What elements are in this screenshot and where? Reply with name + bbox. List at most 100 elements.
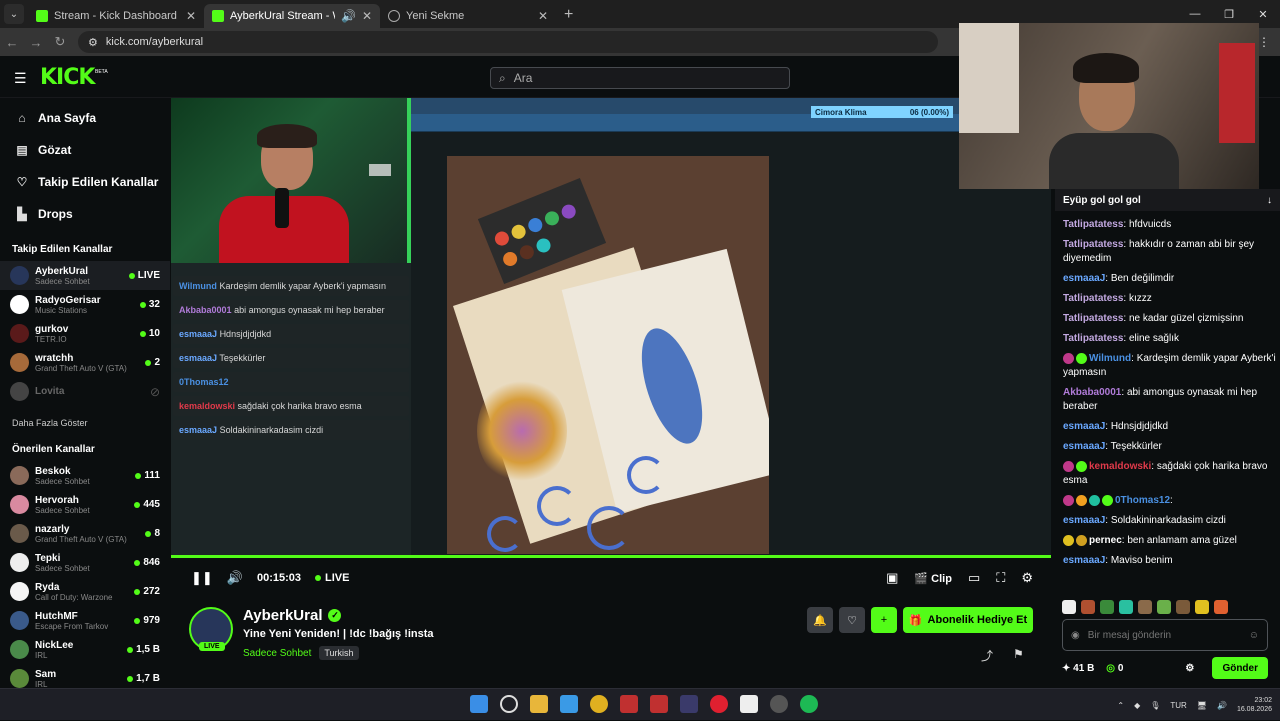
pause-icon[interactable]: ❚❚ bbox=[191, 570, 213, 586]
video-progress-bar[interactable] bbox=[171, 555, 1051, 558]
arrow-down-icon[interactable]: ↓ bbox=[1267, 195, 1272, 206]
discord-icon[interactable]: ◆ bbox=[1134, 701, 1140, 710]
video-player[interactable]: Wilmund Kardeşim demlik yapar Ayberk'i y… bbox=[171, 98, 1051, 557]
clip-button[interactable]: 🎬 Clip bbox=[914, 572, 952, 585]
chat-username[interactable]: esmaaaJ bbox=[1063, 441, 1105, 452]
hamburger-menu-icon[interactable]: ☰ bbox=[14, 70, 27, 87]
spotify-icon[interactable] bbox=[800, 695, 818, 713]
chat-username[interactable]: pernec bbox=[1089, 535, 1122, 546]
chat-username[interactable]: esmaaaJ bbox=[1063, 555, 1105, 566]
emoji-icon[interactable]: ☺ bbox=[1249, 630, 1259, 641]
channel-points[interactable]: ✦ 41 B bbox=[1062, 663, 1094, 674]
volume-icon[interactable]: 🔊 bbox=[227, 570, 243, 586]
notion-icon[interactable] bbox=[740, 695, 758, 713]
app-icon[interactable] bbox=[650, 695, 668, 713]
close-tab-icon[interactable]: ✕ bbox=[362, 9, 372, 23]
chat-message-input[interactable] bbox=[1087, 629, 1241, 641]
clock[interactable]: 23:02 16.08.2026 bbox=[1237, 696, 1272, 714]
mic-icon[interactable]: 🎙 bbox=[1150, 701, 1160, 710]
chat-settings-icon[interactable]: ⚙ bbox=[1185, 663, 1194, 674]
mini-player-icon[interactable]: ▣ bbox=[886, 570, 898, 586]
channel-item[interactable]: Lovita ⊘ bbox=[0, 377, 170, 406]
channel-item[interactable]: NickLee IRL 1,5 B bbox=[0, 635, 170, 664]
channel-item[interactable]: AyberkUral Sadece Sohbet LIVE bbox=[0, 261, 170, 290]
browser-menu-icon[interactable]: ⋮ bbox=[1258, 35, 1270, 49]
emote-picker-icon[interactable]: ◉ bbox=[1071, 630, 1080, 641]
emote[interactable] bbox=[1100, 600, 1114, 614]
emote[interactable] bbox=[1195, 600, 1209, 614]
chat-username[interactable]: kemaldowski bbox=[1089, 461, 1151, 472]
emote[interactable] bbox=[1119, 600, 1133, 614]
channel-item[interactable]: RadyoGerisar Music Stations 32 bbox=[0, 290, 170, 319]
report-icon[interactable]: ⚑ bbox=[1013, 647, 1024, 661]
channel-item[interactable]: Hervorah Sadece Sohbet 445 bbox=[0, 490, 170, 519]
chat-username[interactable]: Tatlipatatess bbox=[1063, 293, 1123, 304]
youtube-icon[interactable] bbox=[710, 695, 728, 713]
theater-mode-icon[interactable]: ▭ bbox=[968, 570, 980, 586]
pinned-message[interactable]: Eyüp gol gol gol ↓ bbox=[1055, 189, 1280, 211]
emote[interactable] bbox=[1062, 600, 1076, 614]
forward-icon[interactable]: → bbox=[24, 35, 48, 50]
speaker-icon[interactable]: 🔊 bbox=[341, 9, 356, 23]
url-field[interactable]: ⚙ kick.com/ayberkural bbox=[78, 31, 938, 53]
sidebar-nav-item[interactable]: ♡ Takip Edilen Kanallar bbox=[0, 166, 170, 198]
search-input[interactable]: ⌕ Ara bbox=[490, 67, 790, 89]
browser-tab-dashboard[interactable]: Stream - Kick Dashboard ✕ bbox=[28, 4, 204, 28]
app-icon[interactable] bbox=[770, 695, 788, 713]
chat-username[interactable]: Tatlipatatess bbox=[1063, 219, 1123, 230]
site-info-icon[interactable]: ⚙ bbox=[88, 36, 98, 49]
tray-chevron-icon[interactable]: ⌃ bbox=[1117, 701, 1124, 710]
chat-username[interactable]: esmaaaJ bbox=[1063, 515, 1105, 526]
emote[interactable] bbox=[1176, 600, 1190, 614]
chat-username[interactable]: Tatlipatatess bbox=[1063, 333, 1123, 344]
language-tag[interactable]: Turkish bbox=[319, 646, 359, 660]
browser-tab-new[interactable]: Yeni Sekme ✕ bbox=[380, 4, 556, 28]
start-icon[interactable] bbox=[470, 695, 488, 713]
language-indicator[interactable]: TUR bbox=[1170, 701, 1186, 710]
browser-tab-stream[interactable]: AyberkUral Stream - Watch🔊✕ bbox=[204, 4, 380, 28]
chat-username[interactable]: esmaaaJ bbox=[1063, 273, 1105, 284]
photos-icon[interactable] bbox=[560, 695, 578, 713]
volume-icon[interactable]: 🔊 bbox=[1217, 701, 1227, 710]
chat-username[interactable]: esmaaaJ bbox=[1063, 421, 1105, 432]
search-icon[interactable] bbox=[500, 695, 518, 713]
sidebar-nav-item[interactable]: ▙ Drops bbox=[0, 198, 170, 230]
emote[interactable] bbox=[1081, 600, 1095, 614]
chat-username[interactable]: 0Thomas12 bbox=[1115, 495, 1170, 506]
app-icon[interactable] bbox=[680, 695, 698, 713]
back-icon[interactable]: ← bbox=[0, 35, 24, 50]
channel-item[interactable]: Ryda Call of Duty: Warzone 272 bbox=[0, 577, 170, 606]
subscribe-button[interactable]: + bbox=[871, 607, 897, 633]
settings-gear-icon[interactable]: ⚙ bbox=[1021, 570, 1033, 586]
emote[interactable] bbox=[1157, 600, 1171, 614]
fullscreen-icon[interactable]: ⛶ bbox=[996, 570, 1005, 586]
sidebar-nav-item[interactable]: ▤ Gözat bbox=[0, 134, 170, 166]
kick-logo[interactable]: KICK bbox=[40, 65, 95, 90]
emote[interactable] bbox=[1138, 600, 1152, 614]
channel-item[interactable]: wratchh Grand Theft Auto V (GTA) 2 bbox=[0, 348, 170, 377]
category-link[interactable]: Sadece Sohbet bbox=[243, 648, 311, 659]
channel-item[interactable]: nazarly Grand Theft Auto V (GTA) 8 bbox=[0, 519, 170, 548]
chat-username[interactable]: Tatlipatatess bbox=[1063, 313, 1123, 324]
chat-username[interactable]: Wilmund bbox=[1089, 353, 1131, 364]
show-more-link[interactable]: Daha Fazla Göster bbox=[0, 406, 170, 434]
gift-subscription-button[interactable]: 🎁 Abonelik Hediye Et bbox=[903, 607, 1033, 633]
channel-item[interactable]: gurkov TETR.IO 10 bbox=[0, 319, 170, 348]
file-explorer-icon[interactable] bbox=[530, 695, 548, 713]
notification-bell-button[interactable]: 🔔 bbox=[807, 607, 833, 633]
chat-username[interactable]: Akbaba0001 bbox=[1063, 387, 1121, 398]
app-icon[interactable] bbox=[620, 695, 638, 713]
reload-icon[interactable]: ↻ bbox=[48, 34, 72, 50]
chat-username[interactable]: Tatlipatatess bbox=[1063, 239, 1123, 250]
streamer-name[interactable]: AyberkUral bbox=[243, 607, 322, 624]
channel-item[interactable]: HutchMF Escape From Tarkov 979 bbox=[0, 606, 170, 635]
channel-item[interactable]: Tepki Sadece Sohbet 846 bbox=[0, 548, 170, 577]
new-tab-button[interactable]: + bbox=[564, 6, 573, 24]
emote[interactable] bbox=[1214, 600, 1228, 614]
share-icon[interactable]: ⤴ bbox=[981, 647, 993, 664]
follow-button[interactable]: ♡ bbox=[839, 607, 865, 633]
close-tab-icon[interactable]: ✕ bbox=[538, 9, 548, 23]
close-tab-icon[interactable]: ✕ bbox=[186, 9, 196, 23]
sidebar-nav-item[interactable]: ⌂ Ana Sayfa bbox=[0, 102, 170, 134]
kicks-balance[interactable]: ◎ 0 bbox=[1106, 663, 1123, 674]
